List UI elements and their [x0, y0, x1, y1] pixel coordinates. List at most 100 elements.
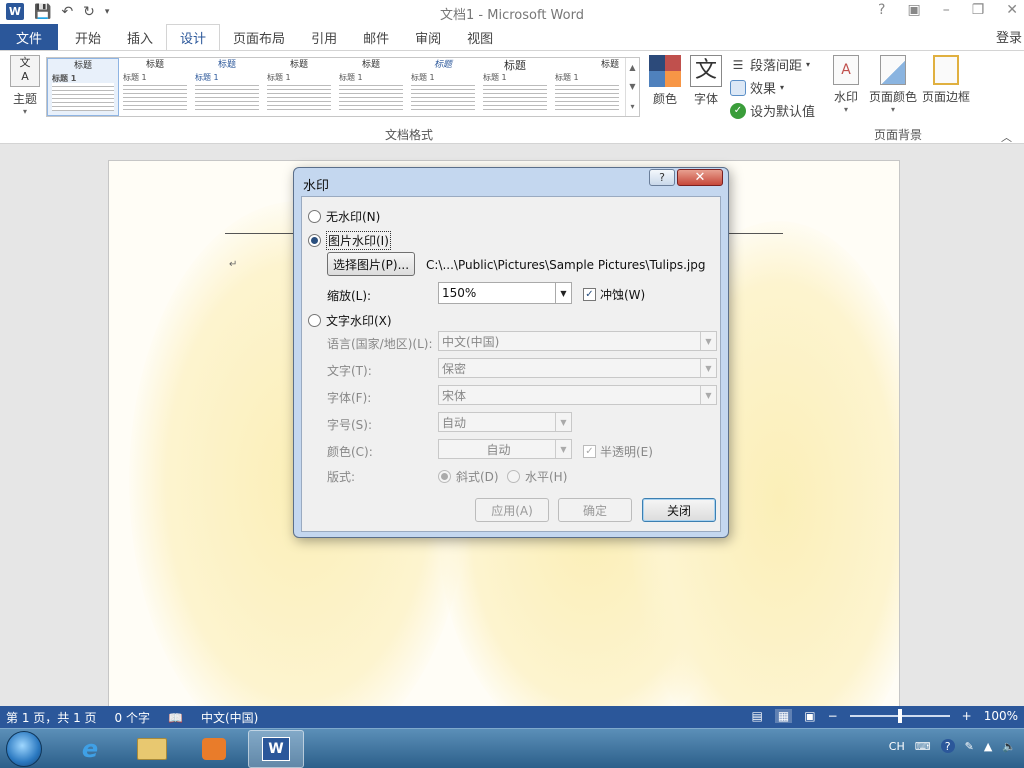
system-tray: CH ⌨ ? ✎ ▲ 🔈 — [889, 739, 1016, 753]
themes-icon: 文A — [10, 55, 40, 87]
page-borders-label: 页面边框 — [921, 90, 970, 104]
select-picture-button[interactable]: 选择图片(P)... — [327, 252, 415, 276]
size-select[interactable]: 自动 ▼ — [438, 412, 572, 432]
style-set-item[interactable]: 标题 标题 1 — [119, 58, 191, 116]
paragraph-spacing-button[interactable]: ☰ 段落间距 ▾ — [730, 55, 815, 75]
internet-explorer-icon[interactable]: e — [62, 730, 118, 768]
style-set-item[interactable]: 标题 标题 1 — [335, 58, 407, 116]
text-watermark-radio[interactable] — [308, 314, 321, 327]
word-taskbar-icon[interactable]: W — [248, 730, 304, 768]
chevron-down-icon[interactable]: ▼ — [555, 440, 571, 458]
chevron-down-icon[interactable]: ▼ — [555, 413, 571, 431]
washout-label: 冲蚀(W) — [600, 288, 646, 302]
text-watermark-option[interactable]: 文字水印(X) — [308, 312, 392, 329]
ribbon-display-icon[interactable]: ▣ — [907, 2, 920, 18]
tab-insert[interactable]: 插入 — [114, 24, 166, 50]
scroll-down-icon[interactable]: ▼ — [626, 82, 639, 91]
style-set-item[interactable]: 标题 标题 1 — [47, 58, 119, 116]
diagonal-radio[interactable] — [438, 470, 451, 483]
page-borders-button[interactable]: 页面边框 — [920, 55, 972, 105]
themes-button[interactable]: 文A 主题 ▾ — [6, 55, 44, 116]
word-count[interactable]: 0 个字 — [115, 709, 150, 726]
page-color-button[interactable]: 页面颜色 ▾ — [868, 55, 918, 114]
tab-view[interactable]: 视图 — [454, 24, 506, 50]
ok-button[interactable]: 确定 — [558, 498, 632, 522]
group-label-page-background: 页面背景 — [874, 128, 923, 142]
chevron-down-icon[interactable]: ▼ — [555, 283, 571, 303]
dialog-help-button[interactable]: ? — [649, 169, 675, 186]
web-layout-icon[interactable]: ▣ — [804, 709, 815, 723]
gallery-scroll[interactable]: ▲ ▼ ▾ — [625, 58, 639, 116]
close-window-button[interactable]: ✕ — [1006, 2, 1018, 18]
print-layout-icon[interactable]: ▦ — [774, 709, 793, 723]
no-watermark-option[interactable]: 无水印(N) — [308, 208, 380, 225]
scroll-up-icon[interactable]: ▲ — [626, 63, 639, 72]
file-explorer-icon[interactable] — [124, 730, 180, 768]
scale-select[interactable]: 150% ▼ — [438, 282, 572, 304]
semitransparent-checkbox[interactable]: ✓ — [583, 445, 596, 458]
zoom-slider[interactable] — [849, 709, 950, 723]
chevron-down-icon[interactable]: ▼ — [700, 386, 716, 404]
watermark-button[interactable]: A 水印 ▾ — [830, 55, 862, 114]
fonts-button[interactable]: 文 字体 — [688, 55, 724, 107]
style-set-item[interactable]: 标题 标题 1 — [479, 58, 551, 116]
tab-mailings[interactable]: 邮件 — [350, 24, 402, 50]
no-watermark-radio[interactable] — [308, 210, 321, 223]
set-as-default-button[interactable]: ✓ 设为默认值 — [730, 101, 815, 120]
zoom-in-button[interactable]: + — [962, 709, 972, 723]
help-icon[interactable]: ? — [878, 2, 885, 18]
input-language-indicator[interactable]: CH — [889, 740, 905, 753]
volume-icon[interactable]: 🔈 — [1002, 740, 1016, 753]
tab-file[interactable]: 文件 — [0, 24, 58, 50]
language-select[interactable]: 中文(中国) ▼ — [438, 331, 717, 351]
font-select[interactable]: 宋体 ▼ — [438, 385, 717, 405]
color-select[interactable]: 自动 ▼ — [438, 439, 572, 459]
apply-button[interactable]: 应用(A) — [475, 498, 549, 522]
show-hidden-icons-icon[interactable]: ▲ — [984, 740, 992, 753]
dialog-close-icon[interactable]: ✕ — [677, 169, 723, 186]
chevron-down-icon[interactable]: ▼ — [700, 332, 716, 350]
style-set-item[interactable]: 标题 标题 1 — [407, 58, 479, 116]
keyboard-icon[interactable]: ⌨ — [915, 740, 931, 753]
sign-in-link[interactable]: 登录 — [996, 27, 1022, 46]
pen-icon[interactable]: ✎ — [965, 740, 974, 753]
proofing-icon[interactable]: 📖 — [168, 711, 183, 725]
colors-button[interactable]: 颜色 — [648, 55, 682, 107]
page-count[interactable]: 第 1 页，共 1 页 — [6, 709, 97, 726]
media-player-icon[interactable] — [186, 730, 242, 768]
diagonal-option[interactable]: 斜式(D) — [438, 468, 499, 485]
picture-watermark-radio[interactable] — [308, 234, 321, 247]
text-select[interactable]: 保密 ▼ — [438, 358, 717, 378]
status-bar: 第 1 页，共 1 页 0 个字 📖 中文(中国) ▤ ▦ ▣ − + 100% — [0, 706, 1024, 728]
style-set-item[interactable]: 标题 标题 1 — [551, 58, 623, 116]
zoom-level[interactable]: 100% — [984, 709, 1018, 723]
effects-button[interactable]: 效果 ▾ — [730, 78, 815, 97]
help-icon[interactable]: ? — [940, 739, 955, 753]
tab-references[interactable]: 引用 — [298, 24, 350, 50]
zoom-out-button[interactable]: − — [828, 709, 838, 723]
checkmark-icon: ✓ — [730, 102, 746, 119]
chevron-down-icon[interactable]: ▼ — [700, 359, 716, 377]
style-set-item[interactable]: 标题 标题 1 — [191, 58, 263, 116]
washout-checkbox[interactable]: ✓ — [583, 288, 596, 301]
zoom-slider-knob[interactable] — [897, 709, 902, 723]
close-button[interactable]: 关闭 — [642, 498, 716, 522]
start-button[interactable] — [6, 731, 42, 767]
semitransparent-option[interactable]: ✓ 半透明(E) — [583, 443, 653, 460]
read-mode-icon[interactable]: ▤ — [752, 709, 763, 723]
style-set-item[interactable]: 标题 标题 1 — [263, 58, 335, 116]
gallery-more-icon[interactable]: ▾ — [626, 102, 639, 111]
tab-page-layout[interactable]: 页面布局 — [220, 24, 298, 50]
fonts-icon: 文 — [690, 55, 722, 87]
tab-review[interactable]: 审阅 — [402, 24, 454, 50]
picture-watermark-option[interactable]: 图片水印(I) — [308, 231, 391, 250]
washout-option[interactable]: ✓ 冲蚀(W) — [583, 286, 645, 303]
language-indicator[interactable]: 中文(中国) — [201, 709, 258, 726]
horizontal-radio[interactable] — [507, 470, 520, 483]
restore-button[interactable]: ❐ — [972, 2, 985, 18]
tab-design[interactable]: 设计 — [166, 24, 221, 51]
tab-home[interactable]: 开始 — [62, 24, 114, 50]
horizontal-option[interactable]: 水平(H) — [507, 468, 567, 485]
minimize-button[interactable]: – — [943, 2, 950, 18]
collapse-ribbon-icon[interactable]: ︿ — [1001, 129, 1012, 145]
